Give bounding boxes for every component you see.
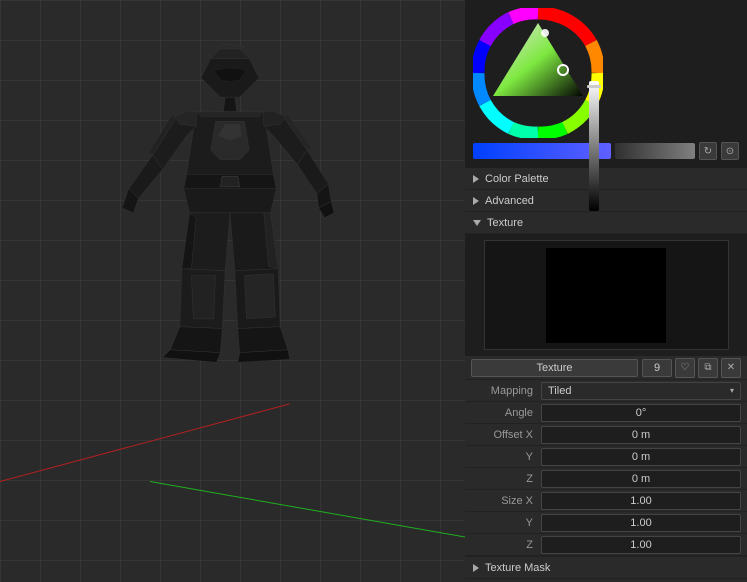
size-y-label: Y — [471, 517, 541, 529]
offset-x-row: Offset X 0 m — [465, 424, 747, 446]
texture-close-button[interactable]: ✕ — [721, 358, 741, 378]
mapping-value: Tiled — [548, 385, 571, 397]
offset-y-row: Y 0 m — [465, 446, 747, 468]
offset-z-row: Z 0 m — [465, 468, 747, 490]
advanced-section[interactable]: Advanced — [465, 190, 747, 212]
mapping-label: Mapping — [471, 385, 541, 397]
properties-panel: ↻ ⊙ Color Palette Advanced Texture Textu… — [465, 0, 747, 582]
color-palette-section[interactable]: Color Palette — [465, 168, 747, 190]
color-wheel-wrapper — [473, 8, 739, 138]
texture-header-label: Texture — [487, 217, 523, 229]
size-x-label: Size X — [471, 495, 541, 507]
texture-mask-section[interactable]: Texture Mask — [465, 557, 747, 579]
advanced-collapse-icon — [473, 197, 479, 205]
size-z-row: Z 1.00 — [465, 534, 747, 556]
3d-viewport[interactable] — [0, 0, 465, 582]
texture-copy-button[interactable]: ⧉ — [698, 358, 718, 378]
size-x-value[interactable]: 1.00 — [541, 492, 741, 510]
texture-mask-collapse-icon — [473, 564, 479, 572]
texture-favorite-button[interactable]: ♡ — [675, 358, 695, 378]
size-y-row: Y 1.00 — [465, 512, 747, 534]
size-x-row: Size X 1.00 — [465, 490, 747, 512]
refresh-color-button[interactable]: ↻ — [699, 142, 717, 160]
offset-x-value[interactable]: 0 m — [541, 426, 741, 444]
texture-preview-area — [465, 234, 747, 356]
color-palette-label: Color Palette — [485, 173, 549, 185]
texture-controls-row: Texture 9 ♡ ⧉ ✕ — [465, 356, 747, 380]
texture-name-button[interactable]: Texture — [471, 359, 638, 377]
texture-number[interactable]: 9 — [642, 359, 672, 377]
mapping-row: Mapping Tiled ▾ — [465, 380, 747, 402]
texture-preview-black — [546, 248, 666, 343]
character-model — [20, 20, 440, 560]
color-wheel[interactable] — [473, 8, 603, 138]
offset-y-label: Y — [471, 451, 541, 463]
color-sliders-row: ↻ ⊙ — [473, 142, 739, 160]
texture-preview[interactable] — [484, 240, 729, 350]
value-bar[interactable] — [589, 81, 599, 211]
color-wheel-section: ↻ ⊙ — [465, 0, 747, 168]
offset-z-label: Z — [471, 473, 541, 485]
texture-mask-label: Texture Mask — [485, 562, 550, 574]
mapping-dropdown[interactable]: Tiled ▾ — [541, 382, 741, 400]
bottom-sections: Texture Mask Stroke — [465, 556, 747, 582]
size-y-value[interactable]: 1.00 — [541, 514, 741, 532]
size-z-label: Z — [471, 539, 541, 551]
angle-label: Angle — [471, 407, 541, 419]
offset-x-label: Offset X — [471, 429, 541, 441]
value-indicator — [587, 85, 601, 88]
texture-collapse-icon — [473, 220, 481, 226]
offset-y-value[interactable]: 0 m — [541, 448, 741, 466]
texture-section-header[interactable]: Texture — [465, 212, 747, 234]
offset-z-value[interactable]: 0 m — [541, 470, 741, 488]
advanced-label: Advanced — [485, 195, 534, 207]
angle-value[interactable]: 0° — [541, 404, 741, 422]
eyedropper-button[interactable]: ⊙ — [721, 142, 739, 160]
size-z-value[interactable]: 1.00 — [541, 536, 741, 554]
angle-row: Angle 0° — [465, 402, 747, 424]
color-palette-collapse-icon — [473, 175, 479, 183]
mapping-dropdown-arrow: ▾ — [730, 386, 734, 395]
secondary-slider[interactable] — [615, 143, 695, 159]
